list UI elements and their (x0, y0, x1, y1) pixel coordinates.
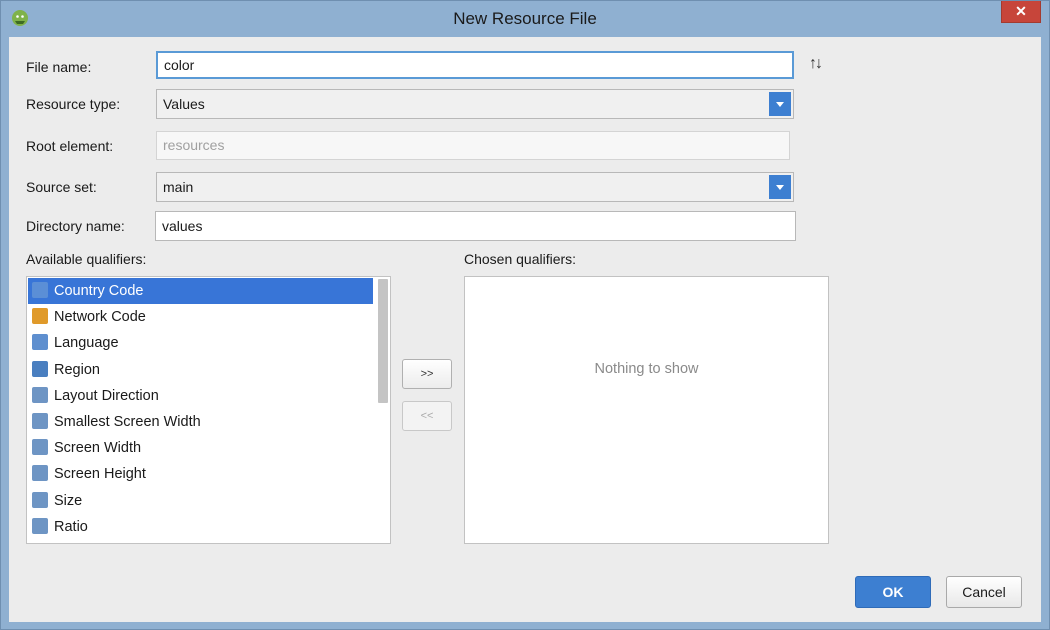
chosen-qualifiers-label: Chosen qualifiers: (464, 251, 577, 267)
screen-width-icon (32, 439, 48, 456)
list-item-label: Screen Height (54, 466, 146, 483)
add-qualifier-button[interactable]: >> (402, 359, 452, 389)
list-item-label: Size (54, 492, 83, 509)
language-icon (32, 334, 48, 351)
chosen-qualifiers-list[interactable]: Nothing to show (464, 276, 829, 544)
list-item[interactable]: Layout Direction (28, 383, 373, 409)
resource-type-value: Values (163, 96, 205, 112)
source-set-select[interactable]: main (156, 172, 794, 202)
directory-name-input[interactable]: values (155, 211, 796, 241)
list-item-label: Language (54, 335, 119, 352)
list-item[interactable]: Language (28, 330, 373, 356)
list-item[interactable]: Screen Height (28, 461, 373, 487)
list-item[interactable]: Country Code (28, 278, 373, 304)
file-name-label: File name: (26, 59, 92, 75)
close-button[interactable]: ✕ (1001, 1, 1041, 23)
available-qualifiers-list[interactable]: Country Code Network Code Language Region La… (26, 276, 391, 544)
screen-height-icon (32, 465, 48, 482)
resource-type-label: Resource type: (26, 96, 121, 112)
close-icon: ✕ (1015, 3, 1027, 19)
list-item[interactable]: Network Code (28, 304, 373, 330)
list-item[interactable]: Ratio (28, 514, 373, 540)
list-item-label: Region (54, 361, 100, 378)
title-bar[interactable]: New Resource File ✕ (1, 1, 1049, 37)
list-item-label: Screen Width (54, 440, 142, 457)
resource-type-select[interactable]: Values (156, 89, 794, 119)
empty-state-text: Nothing to show (594, 361, 699, 377)
list-item[interactable]: Smallest Screen Width (28, 409, 373, 435)
new-resource-file-dialog: New Resource File ✕ File name: color ↑↓ … (0, 0, 1050, 630)
region-icon (32, 360, 48, 377)
list-item-label: Network Code (54, 309, 146, 326)
cancel-button[interactable]: Cancel (946, 576, 1022, 608)
layout-direction-icon (32, 386, 48, 403)
source-set-value: main (163, 179, 194, 195)
list-item-label: Ratio (54, 518, 88, 535)
scrollbar-thumb[interactable] (378, 279, 388, 403)
root-element-input[interactable]: resources (156, 131, 790, 160)
source-set-label: Source set: (26, 179, 97, 195)
root-element-label: Root element: (26, 138, 114, 154)
remove-qualifier-button[interactable]: << (402, 401, 452, 431)
smallest-screen-width-icon (32, 413, 48, 429)
list-item-label: Smallest Screen Width (54, 414, 201, 430)
directory-name-label: Directory name: (26, 218, 125, 234)
dialog-body: File name: color ↑↓ Resource type: Value… (9, 37, 1041, 622)
ok-button[interactable]: OK (855, 576, 931, 608)
window-title: New Resource File (453, 9, 597, 28)
available-qualifiers-label: Available qualifiers: (26, 251, 147, 267)
chevron-down-icon[interactable] (769, 92, 791, 116)
country-code-icon (32, 282, 48, 298)
sort-icon[interactable]: ↑↓ (809, 55, 823, 73)
list-item[interactable]: Screen Width (28, 435, 373, 461)
ratio-icon (32, 517, 48, 534)
list-item-label: Country Code (54, 283, 144, 299)
list-item-label: Layout Direction (54, 387, 159, 404)
network-code-icon (32, 308, 48, 325)
list-item[interactable]: Region (28, 357, 373, 383)
list-item[interactable]: Size (28, 488, 373, 514)
size-icon (32, 491, 48, 508)
chevron-down-icon[interactable] (769, 175, 791, 199)
file-name-input[interactable]: color (156, 51, 794, 79)
